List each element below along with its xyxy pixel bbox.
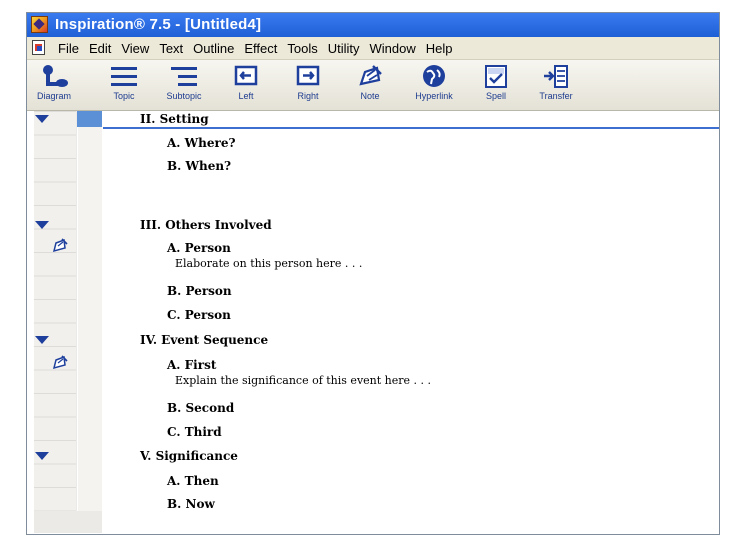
collapse-triangle-icon[interactable] [35, 336, 49, 344]
window-title: Inspiration® 7.5 - [Untitled4] [55, 16, 262, 33]
right-button[interactable]: Right [281, 62, 335, 108]
subtopic-first[interactable]: A. First [167, 357, 216, 373]
subtopic-now[interactable]: B. Now [167, 496, 215, 512]
subtopic-person-c[interactable]: C. Person [167, 307, 231, 323]
selection-underline [103, 127, 719, 129]
transfer-icon [541, 64, 571, 90]
left-label: Left [238, 91, 254, 101]
collapse-triangle-icon[interactable] [35, 115, 49, 123]
topic-button[interactable]: Topic [97, 62, 151, 108]
subtopic-icon [169, 64, 199, 90]
menu-view[interactable]: View [116, 41, 154, 56]
menu-text[interactable]: Text [154, 41, 188, 56]
subtopic-button[interactable]: Subtopic [157, 62, 211, 108]
note-person[interactable]: Elaborate on this person here . . . [175, 256, 362, 272]
menu-utility[interactable]: Utility [323, 41, 365, 56]
topic-others-involved[interactable]: III. Others Involved [140, 217, 272, 233]
menu-tools[interactable]: Tools [282, 41, 322, 56]
diagram-label: Diagram [36, 91, 71, 101]
hyperlink-button[interactable]: Hyperlink [407, 62, 461, 108]
menu-window[interactable]: Window [365, 41, 421, 56]
left-button[interactable]: Left [219, 62, 273, 108]
subtopic-person-b[interactable]: B. Person [167, 283, 232, 299]
title-bar[interactable]: Inspiration® 7.5 - [Untitled4] [27, 13, 719, 37]
menu-outline[interactable]: Outline [188, 41, 239, 56]
gutter-marker-column [77, 111, 102, 511]
toolbar: Diagram Topic Subtopic Left Right Note H… [27, 60, 719, 111]
topic-significance[interactable]: V. Significance [140, 448, 238, 464]
subtopic-person-a[interactable]: A. Person [167, 240, 231, 256]
note-event[interactable]: Explain the significance of this event h… [175, 373, 431, 389]
topic-icon [109, 64, 139, 90]
hyperlink-label: Hyperlink [415, 91, 453, 101]
inspiration-app-icon[interactable] [31, 16, 48, 33]
right-label: Right [297, 91, 319, 101]
subtopic-where[interactable]: A. Where? [167, 135, 236, 151]
note-icon [355, 64, 385, 90]
topic-setting[interactable]: II. Setting [140, 111, 209, 127]
diagram-button[interactable]: Diagram [27, 62, 81, 108]
outline-content: II. Setting A. Where? B. When? III. Othe… [103, 111, 719, 533]
collapse-triangle-icon[interactable] [35, 221, 49, 229]
spell-label: Spell [485, 91, 506, 101]
menu-bar: File Edit View Text Outline Effect Tools… [27, 37, 719, 60]
spell-icon [481, 64, 511, 90]
subtopic-second[interactable]: B. Second [167, 400, 234, 416]
subtopic-label: Subtopic [166, 91, 202, 101]
topic-label: Topic [113, 91, 135, 101]
spell-button[interactable]: Spell [469, 62, 523, 108]
outline-gutter [34, 111, 102, 533]
note-icon[interactable] [51, 355, 69, 371]
arrow-left-icon [231, 64, 261, 90]
note-button[interactable]: Note [343, 62, 397, 108]
transfer-button[interactable]: Transfer [529, 62, 583, 108]
menu-edit[interactable]: Edit [84, 41, 116, 56]
menu-help[interactable]: Help [421, 41, 458, 56]
menu-file[interactable]: File [53, 41, 84, 56]
subtopic-when[interactable]: B. When? [167, 158, 231, 174]
selected-row-marker [77, 111, 102, 127]
subtopic-third[interactable]: C. Third [167, 424, 222, 440]
gutter-expand-column [34, 111, 76, 511]
arrow-right-icon [293, 64, 323, 90]
note-label: Note [360, 91, 380, 101]
document-icon[interactable] [32, 40, 45, 55]
diagram-icon [39, 64, 69, 90]
note-icon[interactable] [51, 238, 69, 254]
topic-event-sequence[interactable]: IV. Event Sequence [140, 332, 268, 348]
app-window: Inspiration® 7.5 - [Untitled4] File Edit… [26, 12, 720, 535]
hyperlink-icon [419, 64, 449, 90]
menu-effect[interactable]: Effect [239, 41, 282, 56]
subtopic-then[interactable]: A. Then [167, 473, 219, 489]
collapse-triangle-icon[interactable] [35, 452, 49, 460]
transfer-label: Transfer [539, 91, 573, 101]
